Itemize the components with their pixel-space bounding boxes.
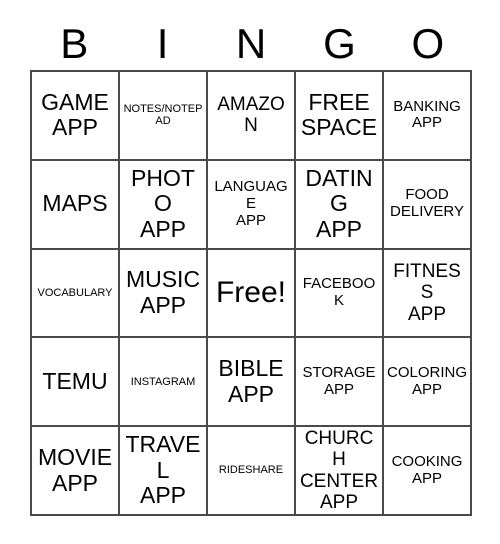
bingo-free-space-cell[interactable]: Free! <box>208 249 296 339</box>
bingo-cell[interactable]: GAME APP <box>32 72 120 161</box>
bingo-cell[interactable]: LANGUAGE APP <box>208 160 296 250</box>
bingo-cell[interactable]: AMAZON <box>208 72 296 161</box>
bingo-cell-label: COLORING APP <box>387 363 468 398</box>
bingo-cell-label: AMAZON <box>217 94 285 137</box>
bingo-cell[interactable]: MUSIC APP <box>120 249 208 339</box>
bingo-cell[interactable]: BANKING APP <box>384 72 472 161</box>
bingo-cell-label: GAME APP <box>41 88 109 141</box>
bingo-cell[interactable]: INSTAGRAM <box>120 338 208 428</box>
bingo-cell[interactable]: FREE SPACE <box>296 72 384 161</box>
bingo-cell-label: BANKING APP <box>393 97 461 132</box>
bingo-cell-label: RIDESHARE <box>218 464 284 477</box>
bingo-cell-label: INSTAGRAM <box>130 375 196 388</box>
bingo-cell[interactable]: COOKING APP <box>384 427 472 516</box>
bingo-cell[interactable]: FITNESS APP <box>384 249 472 339</box>
bingo-header-letter-o: O <box>411 20 445 67</box>
bingo-cell[interactable]: MAPS <box>32 160 120 250</box>
bingo-header-letter-b: B <box>60 20 89 67</box>
bingo-cell-label: BIBLE APP <box>218 355 284 407</box>
bingo-cell-label: LANGUAGE APP <box>214 178 288 229</box>
bingo-cell-label: FOOD DELIVERY <box>390 186 464 221</box>
bingo-cell[interactable]: TEMU <box>32 338 120 428</box>
bingo-cell[interactable]: BIBLE APP <box>208 338 296 428</box>
bingo-header-letter-g: G <box>323 20 356 67</box>
bingo-cell[interactable]: DATING APP <box>296 160 384 250</box>
bingo-cell[interactable]: VOCABULARY <box>32 249 120 339</box>
bingo-cell[interactable]: PHOTO APP <box>120 160 208 250</box>
bingo-header-letter-i: I <box>156 20 169 67</box>
bingo-cell[interactable]: FACEBOOK <box>296 249 384 339</box>
bingo-cell-label: TRAVEL APP <box>125 430 201 509</box>
bingo-cell-label: NOTES/NOTEPAD <box>123 103 203 128</box>
bingo-cell[interactable]: MOVIE APP <box>32 427 120 516</box>
bingo-cell-label: DATING APP <box>305 164 373 243</box>
bingo-cell[interactable]: COLORING APP <box>384 338 472 428</box>
bingo-cell-label: Free! <box>215 276 287 310</box>
bingo-header: BINGO <box>30 18 472 70</box>
bingo-cell-label: COOKING APP <box>391 452 463 487</box>
bingo-cell-label: MOVIE APP <box>37 443 113 496</box>
bingo-cell[interactable]: NOTES/NOTEPAD <box>120 72 208 161</box>
bingo-cell-label: STORAGE APP <box>302 363 376 398</box>
bingo-cell[interactable]: CHURCH CENTER APP <box>296 427 384 516</box>
bingo-header-letter-n: N <box>235 20 267 67</box>
bingo-cell-label: CHURCH CENTER APP <box>299 428 379 513</box>
bingo-cell-label: VOCABULARY <box>37 286 113 299</box>
bingo-cell-label: MAPS <box>42 190 108 217</box>
bingo-cell-label: FACEBOOK <box>302 275 376 309</box>
bingo-cell-label: FITNESS APP <box>393 261 461 325</box>
bingo-cell-label: PHOTO APP <box>131 164 195 243</box>
bingo-cell-label: MUSIC APP <box>125 266 201 318</box>
bingo-cell[interactable]: FOOD DELIVERY <box>384 160 472 250</box>
bingo-grid: GAME APP NOTES/NOTEPAD AMAZON FREE SPACE BAN… <box>30 70 472 516</box>
bingo-cell[interactable]: STORAGE APP <box>296 338 384 428</box>
bingo-cell[interactable]: TRAVEL APP <box>120 427 208 516</box>
bingo-cell-label: FREE SPACE <box>300 88 378 141</box>
bingo-cell[interactable]: RIDESHARE <box>208 427 296 516</box>
bingo-cell-label: TEMU <box>42 367 108 394</box>
bingo-card: B I N G O GAME APP NOTES/NOTEPAD AMAZON FREE SP… <box>0 0 500 544</box>
